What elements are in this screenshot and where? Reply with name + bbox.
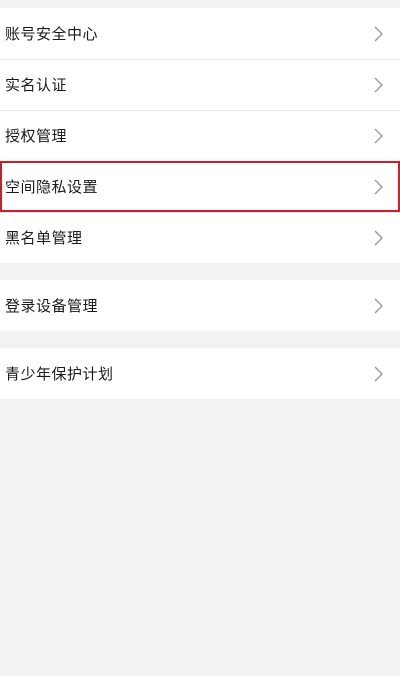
chevron-right-icon: [374, 128, 383, 143]
chevron-right-icon: [374, 26, 383, 41]
chevron-right-icon: [374, 366, 383, 381]
menu-item-account-security[interactable]: 账号安全中心: [0, 8, 400, 59]
chevron-right-icon: [374, 298, 383, 313]
chevron-right-icon: [374, 230, 383, 245]
menu-item-space-privacy-settings[interactable]: 空间隐私设置: [0, 161, 400, 212]
group-separator: [0, 263, 400, 280]
menu-item-label: 授权管理: [5, 127, 68, 145]
menu-item-real-name-verification[interactable]: 实名认证: [0, 59, 400, 110]
menu-item-label: 青少年保护计划: [5, 365, 114, 383]
menu-item-label: 黑名单管理: [5, 229, 83, 247]
settings-group-devices: 登录设备管理: [0, 280, 400, 331]
menu-item-label: 实名认证: [5, 76, 68, 94]
menu-item-label: 账号安全中心: [5, 25, 99, 43]
menu-item-blacklist-management[interactable]: 黑名单管理: [0, 212, 400, 263]
top-spacer: [0, 0, 400, 8]
settings-group-account: 账号安全中心 实名认证 授权管理 空间隐私设置 黑名单管理: [0, 8, 400, 263]
chevron-right-icon: [374, 77, 383, 92]
menu-item-label: 登录设备管理: [5, 297, 99, 315]
group-separator: [0, 331, 400, 348]
menu-item-authorization-management[interactable]: 授权管理: [0, 110, 400, 161]
menu-item-login-device-management[interactable]: 登录设备管理: [0, 280, 400, 331]
menu-item-label: 空间隐私设置: [5, 178, 99, 196]
settings-group-youth: 青少年保护计划: [0, 348, 400, 399]
menu-item-youth-protection-plan[interactable]: 青少年保护计划: [0, 348, 400, 399]
chevron-right-icon: [374, 179, 383, 194]
